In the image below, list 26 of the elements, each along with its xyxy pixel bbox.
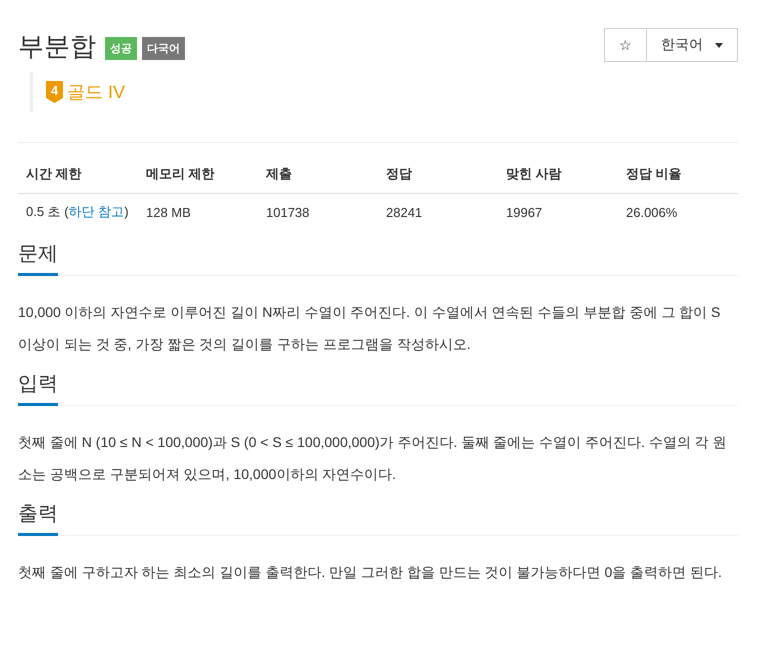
- column-header: 정답: [378, 155, 498, 194]
- section-heading: 출력: [18, 500, 58, 536]
- table-cell: 128 MB: [138, 194, 258, 230]
- section-paragraph: 첫째 줄에 N (10 ≤ N < 100,000)과 S (0 < S ≤ 100,000,000)가 주어진다. 둘째 줄에는 수열이 주어진다. 수열의 각 원소는 공백으로 구분되어져 있으며, 10,000이하의 자연수이다.: [18, 433, 728, 484]
- column-header: 메모리 제한: [138, 155, 258, 194]
- column-header: 맞힌 사람: [498, 155, 618, 194]
- table-cell: 19967: [498, 194, 618, 230]
- table-cell: 26.006%: [618, 194, 738, 230]
- table-cell: 101738: [258, 194, 378, 230]
- language-dropdown[interactable]: 한국어: [647, 28, 738, 62]
- note-link[interactable]: 하단 참고: [68, 204, 124, 219]
- section-paragraph: 10,000 이하의 자연수로 이루어진 길이 N짜리 수열이 주어진다. 이 수열에서 연속된 수들의 부분합 중에 그 합이 S 이상이 되는 것 중, 가장 짧은 것의 길이를 구하는 프로그램을 작성하시오.: [18, 303, 722, 354]
- favorite-button[interactable]: ☆: [604, 28, 647, 62]
- status-badge: 다국어: [142, 37, 185, 60]
- section-heading: 문제: [18, 240, 58, 276]
- status-badge: 성공: [105, 37, 137, 60]
- section-paragraph: 첫째 줄에 구하고자 하는 최소의 길이를 출력한다. 만일 그러한 합을 만드는 것이 불가능하다면 0을 출력하면 된다.: [18, 563, 723, 582]
- column-header: 시간 제한: [18, 155, 138, 194]
- column-header: 정답 비율: [618, 155, 738, 194]
- caret-icon: [715, 42, 723, 48]
- problem-title: 부분합: [18, 30, 96, 63]
- column-header: 제출: [258, 155, 378, 194]
- table-cell: 28241: [378, 194, 498, 230]
- table-cell: 0.5 초 (하단 참고): [18, 194, 138, 230]
- section-heading: 입력: [18, 370, 58, 406]
- tier-number: 4: [50, 83, 58, 98]
